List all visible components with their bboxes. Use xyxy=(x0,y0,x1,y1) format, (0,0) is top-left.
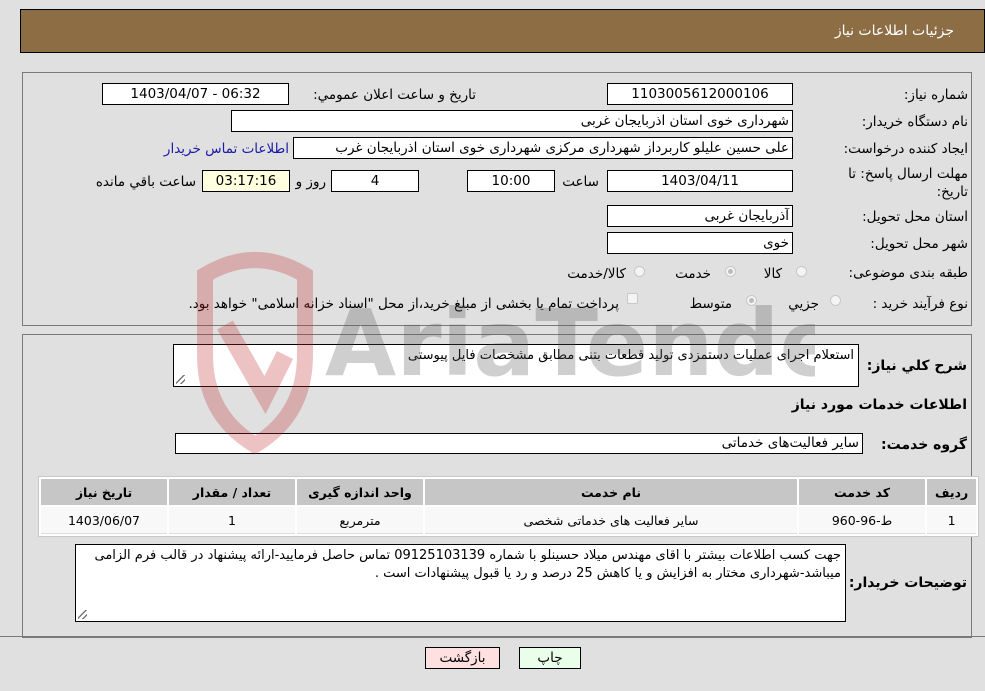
category-radio-goods[interactable] xyxy=(796,266,807,277)
purchase-radio-medium[interactable] xyxy=(746,295,757,306)
purchase-option-minor: جزیي xyxy=(788,296,819,312)
resize-grip-icon[interactable] xyxy=(176,375,185,384)
requester-field: علی حسین علیلو کاربرداز شهرداری مرکزی شه… xyxy=(293,137,793,159)
col-header-service-name: نام خدمت xyxy=(425,479,797,505)
deadline-label: مهلت ارسال پاسخ: تا تاریخ: xyxy=(848,166,968,200)
buyer-notes-label: توضیحات خریدار: xyxy=(848,575,967,591)
deadline-time-label: ساعت xyxy=(562,174,599,190)
cell-row-number: 1 xyxy=(927,507,977,534)
purchase-type-label: نوع فرآیند خرید : xyxy=(872,296,968,312)
cell-service-name: سایر فعالیت های خدماتی شخصی xyxy=(425,507,797,534)
buyer-org-label: نام دستگاه خریدار: xyxy=(861,114,968,130)
buyer-notes-textarea[interactable]: جهت کسب اطلاعات بیشتر با اقای مهندس میلا… xyxy=(75,544,846,622)
province-label: استان محل تحویل: xyxy=(862,209,968,225)
announce-datetime-field: 1403/04/07 - 06:32 xyxy=(102,83,289,105)
category-label: طبقه بندی موضوعی: xyxy=(848,265,968,281)
remaining-time-label: ساعت باقي مانده xyxy=(95,174,196,190)
col-header-service-code: کد خدمت xyxy=(799,479,925,505)
province-field: آذربایجان غربی xyxy=(607,205,793,227)
services-table-wrap: ردیف کد خدمت نام خدمت واحد اندازه گیری ت… xyxy=(38,476,980,537)
cell-service-code: ط-96-960 xyxy=(799,507,925,534)
services-section-title: اطلاعات خدمات مورد نیاز xyxy=(791,397,967,413)
col-header-unit: واحد اندازه گیری xyxy=(297,479,423,505)
need-number-label: شماره نیاز: xyxy=(903,87,968,103)
category-option-goods: کالا xyxy=(763,266,782,282)
category-radio-goods-service[interactable] xyxy=(634,266,645,277)
category-option-service: خدمت xyxy=(675,266,711,282)
deadline-date-field: 1403/04/11 xyxy=(607,170,793,192)
city-label: شهر محل تحویل: xyxy=(870,236,968,252)
buyer-org-field: شهرداری خوی استان اذربایجان غربی xyxy=(231,110,793,132)
page-title: جزئیات اطلاعات نیاز xyxy=(834,23,954,39)
description-text: استعلام اجرای عملیات دستمزدی تولید قطعات… xyxy=(407,348,854,363)
treasury-checkbox[interactable] xyxy=(627,293,638,304)
treasury-note: پرداخت تمام یا بخشی از مبلغ خرید،از محل … xyxy=(188,296,619,312)
cell-need-date: 1403/06/07 xyxy=(41,507,167,534)
table-header-row: ردیف کد خدمت نام خدمت واحد اندازه گیری ت… xyxy=(41,479,977,505)
table-row: 1 ط-96-960 سایر فعالیت های خدماتی شخصی م… xyxy=(41,507,977,534)
purchase-radio-minor[interactable] xyxy=(830,295,841,306)
deadline-time-field: 10:00 xyxy=(467,170,555,192)
category-radio-service[interactable] xyxy=(725,266,736,277)
need-number-field: 1103005612000106 xyxy=(607,83,793,105)
category-option-goods-service: کالا/خدمت xyxy=(567,266,626,282)
remaining-days-field: 4 xyxy=(331,170,419,192)
purchase-option-medium: متوسط xyxy=(689,296,732,312)
print-button[interactable]: چاپ xyxy=(519,647,581,669)
city-field: خوی xyxy=(607,232,793,254)
col-header-quantity: تعداد / مقدار xyxy=(169,479,295,505)
days-label: روز و xyxy=(295,174,326,190)
services-table: ردیف کد خدمت نام خدمت واحد اندازه گیری ت… xyxy=(38,476,980,537)
col-header-row-number: ردیف xyxy=(927,479,977,505)
description-textarea[interactable]: استعلام اجرای عملیات دستمزدی تولید قطعات… xyxy=(173,344,859,387)
buyer-contact-link[interactable]: اطلاعات تماس خریدار xyxy=(164,141,289,157)
back-button[interactable]: بازگشت xyxy=(425,647,500,669)
service-group-label: گروه خدمت: xyxy=(881,437,967,453)
service-group-field: سایر فعالیت‌های خدماتی xyxy=(175,433,863,454)
page-header: جزئیات اطلاعات نیاز xyxy=(20,9,985,53)
resize-grip-icon[interactable] xyxy=(78,610,87,619)
col-header-need-date: تاریخ نیاز xyxy=(41,479,167,505)
cell-unit: مترمربع xyxy=(297,507,423,534)
remaining-time-field: 03:17:16 xyxy=(202,170,290,192)
cell-quantity: 1 xyxy=(169,507,295,534)
buyer-notes-text: جهت کسب اطلاعات بیشتر با اقای مهندس میلا… xyxy=(94,548,841,581)
divider xyxy=(0,636,985,637)
announce-datetime-label: تاریخ و ساعت اعلان عمومي: xyxy=(313,87,476,103)
requester-label: ایجاد کننده درخواست: xyxy=(843,141,968,157)
description-label: شرح کلي نیاز: xyxy=(866,358,967,374)
